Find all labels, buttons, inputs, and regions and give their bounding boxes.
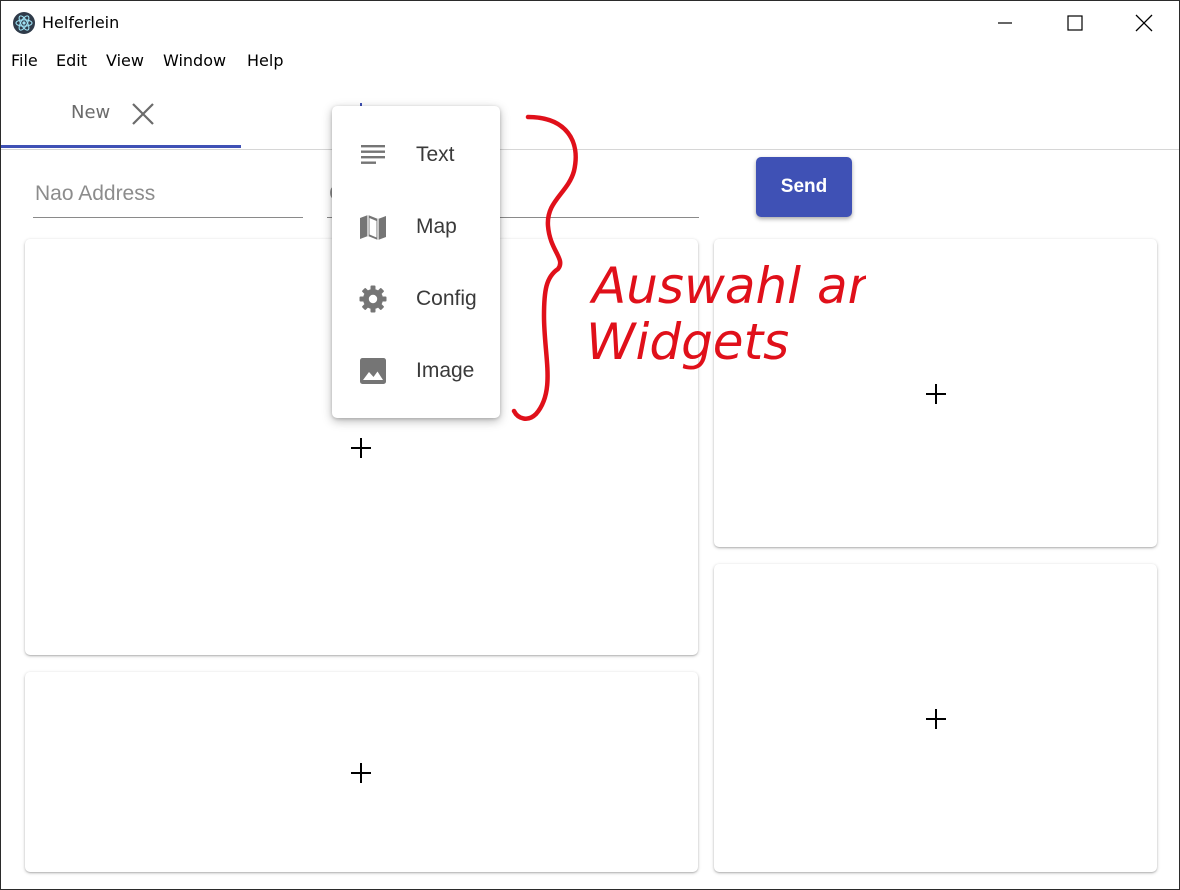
- curly-brace-mark: [511, 114, 578, 421]
- minimize-button[interactable]: [970, 1, 1040, 45]
- menu-item-image[interactable]: Image: [332, 334, 500, 406]
- widget-type-menu: Text Map Config Image: [332, 106, 500, 418]
- menu-item-label: Config: [416, 287, 477, 310]
- menu-view[interactable]: View: [106, 51, 144, 70]
- menu-item-map[interactable]: Map: [332, 190, 500, 262]
- map-icon: [360, 215, 386, 240]
- menu-help[interactable]: Help: [247, 51, 283, 70]
- gear-icon: [359, 285, 387, 313]
- close-window-button[interactable]: [1109, 1, 1179, 45]
- add-widget-icon[interactable]: [350, 437, 372, 459]
- tab-label: New: [71, 102, 111, 123]
- menu-item-text[interactable]: Text: [332, 118, 500, 190]
- annotation-line-2: Widgets: [586, 313, 789, 371]
- close-tab-icon[interactable]: [129, 100, 157, 128]
- title-bar[interactable]: Helferlein: [1, 1, 1179, 45]
- text-lines-icon: [361, 145, 385, 164]
- add-widget-icon[interactable]: [925, 383, 947, 405]
- close-icon: [1135, 14, 1153, 32]
- menu-bar: File Edit View Window Help: [1, 45, 1179, 77]
- menu-file[interactable]: File: [11, 51, 38, 70]
- menu-item-label: Image: [416, 359, 475, 382]
- menu-item-label: Text: [416, 143, 455, 166]
- maximize-icon: [1067, 15, 1083, 31]
- menu-item-label: Map: [416, 215, 457, 238]
- nao-address-input[interactable]: [33, 181, 307, 207]
- maximize-button[interactable]: [1040, 1, 1110, 45]
- widget-slot-bottom-right[interactable]: [714, 564, 1157, 872]
- add-widget-icon[interactable]: [925, 708, 947, 730]
- electron-logo-icon: [13, 12, 35, 34]
- menu-item-config[interactable]: Config: [332, 262, 500, 334]
- add-widget-icon[interactable]: [350, 762, 372, 784]
- nao-address-field[interactable]: [33, 169, 307, 218]
- menu-edit[interactable]: Edit: [56, 51, 87, 70]
- handwritten-annotation: Auswahl an Widgets: [511, 114, 866, 421]
- widget-slot-bottom-left[interactable]: [25, 672, 698, 872]
- window-title: Helferlein: [42, 13, 120, 32]
- app-window: Helferlein File Edit View Window Help Ne: [0, 0, 1180, 890]
- image-icon: [360, 358, 386, 384]
- annotation-line-1: Auswahl an: [589, 257, 866, 315]
- menu-window[interactable]: Window: [163, 51, 226, 70]
- tab-new[interactable]: New: [1, 81, 241, 148]
- minimize-icon: [998, 22, 1012, 24]
